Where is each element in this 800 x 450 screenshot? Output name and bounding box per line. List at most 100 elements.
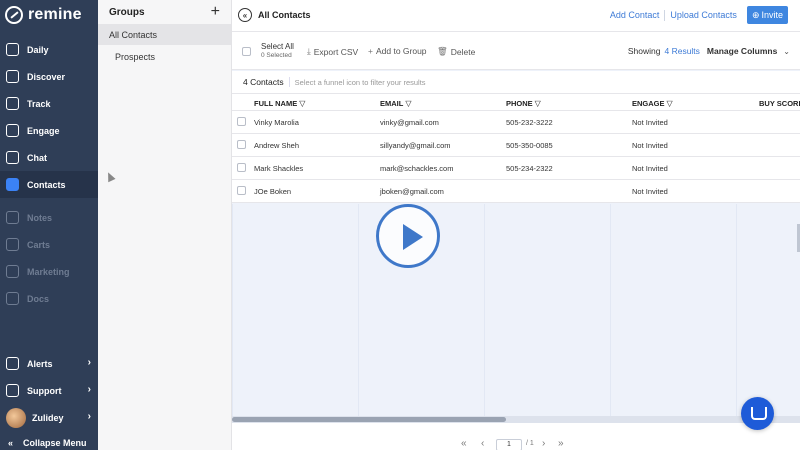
row-checkbox[interactable] (237, 163, 246, 172)
play-video-button[interactable] (376, 204, 440, 268)
sidebar-item-docs[interactable]: Docs (0, 285, 98, 312)
previous-page-icon[interactable]: ‹ (481, 438, 484, 449)
filter-bar: 4 Contacts Select a funnel icon to filte… (232, 71, 800, 93)
groups-title: Groups (109, 6, 145, 18)
logo[interactable]: remine (0, 0, 98, 30)
sidebar-item-alerts[interactable]: Alerts › (0, 350, 98, 377)
table-row[interactable]: Vinky Marolia vinky@gmail.com 505-232-32… (232, 111, 800, 134)
first-page-icon[interactable]: « (461, 438, 467, 449)
cell-phone: 505-350-0085 (506, 141, 553, 150)
cart-icon (6, 238, 19, 251)
upload-contacts-link[interactable]: Upload Contacts (665, 10, 742, 20)
horizontal-scrollbar[interactable] (232, 416, 800, 423)
empty-table-area (232, 204, 800, 416)
sidebar-item-marketing[interactable]: Marketing (0, 258, 98, 285)
remine-logo-icon (5, 6, 23, 24)
cell-email: vinky@gmail.com (380, 118, 439, 127)
cell-name: Andrew Sheh (254, 141, 300, 150)
page-header: « All Contacts Add Contact Upload Contac… (232, 0, 800, 32)
download-icon: ⤓ (307, 46, 311, 56)
cell-engage: Not Invited (632, 118, 668, 127)
collapse-menu-label: Collapse Menu (23, 438, 87, 448)
invite-button[interactable]: ⊕ Invite (746, 6, 788, 24)
sidebar-item-support[interactable]: Support › (0, 377, 98, 404)
sidebar-item-engage[interactable]: Engage (0, 117, 98, 144)
last-page-icon[interactable]: » (558, 438, 564, 449)
delete-label: Delete (450, 46, 476, 57)
page-title: All Contacts (258, 10, 311, 20)
funnel-icon[interactable]: ▽ (535, 99, 541, 108)
cell-engage: Not Invited (632, 187, 668, 196)
group-item-all-contacts[interactable]: All Contacts (98, 24, 231, 45)
table-header: FULL NAME ▽ EMAIL ▽ PHONE ▽ ENGAGE ▽ BUY SCO… (232, 93, 800, 111)
sidebar-item-daily[interactable]: Daily (0, 36, 98, 63)
funnel-icon[interactable]: ▽ (299, 99, 305, 108)
collapse-menu-button[interactable]: « Collapse Menu (0, 436, 98, 450)
row-checkbox[interactable] (237, 140, 246, 149)
sidebar-item-chat[interactable]: Chat (0, 144, 98, 171)
cell-engage: Not Invited (632, 164, 668, 173)
column-header-buy-score[interactable]: BUY SCORE (759, 99, 800, 108)
select-all[interactable]: Select All 0 Selected (261, 42, 294, 59)
sidebar-item-notes[interactable]: Notes (0, 204, 98, 231)
results-summary: Showing 4 Results Manage Columns ⌄ (628, 46, 790, 56)
column-header-phone[interactable]: PHONE ▽ (506, 99, 541, 108)
add-to-group-button[interactable]: + Add to Group (368, 46, 427, 56)
delete-button[interactable]: 🗑 Delete (437, 46, 475, 57)
column-header-email[interactable]: EMAIL ▽ (380, 99, 412, 108)
divider (288, 77, 290, 87)
page-number-input[interactable]: 1 (496, 439, 522, 450)
sidebar-item-label: Track (27, 98, 51, 109)
sidebar-item-contacts[interactable]: Contacts (0, 171, 98, 198)
column-header-engage[interactable]: ENGAGE ▽ (632, 99, 673, 108)
row-checkbox[interactable] (237, 117, 246, 126)
add-to-group-label: Add to Group (375, 46, 427, 56)
select-all-checkbox[interactable] (242, 47, 251, 56)
manage-columns-button[interactable]: Manage Columns (707, 46, 777, 56)
table-row[interactable]: Mark Shackles mark@schackles.com 505-234… (232, 157, 800, 180)
cell-name: Vinky Marolia (254, 118, 299, 127)
sidebar-item-profile[interactable]: Zulidey › (0, 404, 98, 431)
row-checkbox[interactable] (237, 186, 246, 195)
scrollbar-thumb[interactable] (232, 417, 506, 422)
sidebar-item-discover[interactable]: Discover (0, 63, 98, 90)
plus-icon: + (368, 46, 373, 56)
sidebar-item-label: Contacts (27, 179, 66, 190)
export-csv-button[interactable]: ⤓ Export CSV (307, 46, 358, 57)
next-page-icon[interactable]: › (542, 438, 545, 449)
sidebar-item-carts[interactable]: Carts (0, 231, 98, 258)
column-header-full-name[interactable]: FULL NAME ▽ (254, 99, 305, 108)
chevron-right-icon: › (87, 357, 91, 368)
sidebar-item-label: Docs (27, 293, 50, 304)
funnel-icon[interactable]: ▽ (667, 99, 673, 108)
sidebar-item-label: Marketing (27, 266, 70, 277)
trash-icon: 🗑 (437, 46, 448, 56)
chat-support-icon[interactable] (741, 397, 774, 430)
add-contact-link[interactable]: Add Contact (605, 10, 665, 20)
cell-engage: Not Invited (632, 141, 668, 150)
group-item-prospects[interactable]: Prospects (98, 46, 231, 67)
double-chevron-left-icon: « (8, 438, 14, 448)
cell-email: jboken@gmail.com (380, 187, 444, 196)
chevron-down-icon[interactable]: ⌄ (783, 47, 790, 56)
coffee-icon (6, 43, 19, 56)
chat-icon (6, 151, 19, 164)
table-row[interactable]: Andrew Sheh sillyandy@gmail.com 505-350-… (232, 134, 800, 157)
cell-email: sillyandy@gmail.com (380, 141, 451, 150)
back-icon[interactable]: « (238, 8, 252, 22)
add-group-icon[interactable]: + (211, 4, 220, 20)
sidebar-item-label: Notes (27, 212, 53, 223)
table-row[interactable]: JOe Boken jboken@gmail.com Not Invited (232, 180, 800, 203)
contacts-count: 4 Contacts (243, 77, 284, 87)
funnel-icon[interactable]: ▽ (405, 99, 411, 108)
groups-panel: Groups + All Contacts Prospects (98, 0, 232, 450)
cell-phone: 505-234-2322 (506, 164, 553, 173)
contacts-icon (6, 178, 19, 191)
document-icon (6, 292, 19, 305)
cell-phone: 505-232-3222 (506, 118, 553, 127)
contacts-toolbar: Select All 0 Selected ⤓ Export CSV + Add… (232, 32, 800, 70)
headset-icon (6, 384, 19, 397)
cell-email: mark@schackles.com (380, 164, 454, 173)
sidebar-item-track[interactable]: Track (0, 90, 98, 117)
chevron-right-icon: › (87, 384, 91, 395)
